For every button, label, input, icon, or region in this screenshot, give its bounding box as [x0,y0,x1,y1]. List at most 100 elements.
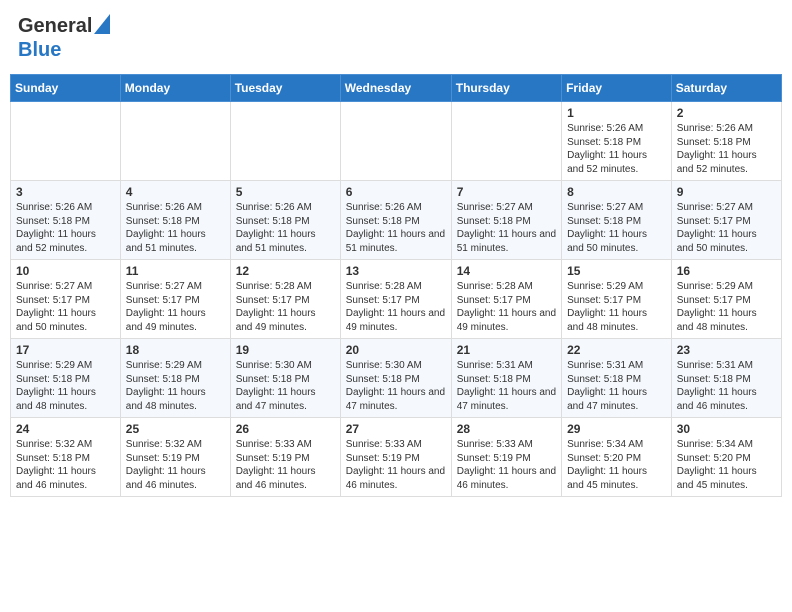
cell-content: Sunrise: 5:33 AMSunset: 5:19 PMDaylight:… [457,438,556,492]
calendar-week-row: 24 Sunrise: 5:32 AMSunset: 5:18 PMDayligh… [11,418,782,497]
calendar-cell [11,102,121,181]
cell-content: Sunrise: 5:28 AMSunset: 5:17 PMDaylight:… [346,280,446,334]
day-number: 8 [567,185,666,199]
calendar-cell: 23Sunrise: 5:31 AMSunset: 5:18 PMDayligh… [671,339,781,418]
calendar-cell: 14 Sunrise: 5:28 AMSunset: 5:17 PMDayligh… [451,260,561,339]
day-number: 11 [126,264,225,278]
cell-content: Sunrise: 5:26 AMSunset: 5:18 PMDaylight:… [126,201,225,255]
day-number: 9 [677,185,776,199]
cell-content: Sunrise: 5:26 AMSunset: 5:18 PMDaylight:… [677,122,776,176]
cell-content: Sunrise: 5:31 AMSunset: 5:18 PMDaylight:… [567,359,666,413]
calendar-cell: 13 Sunrise: 5:28 AMSunset: 5:17 PMDayligh… [340,260,451,339]
cell-content: Sunrise: 5:30 AMSunset: 5:18 PMDaylight:… [236,359,335,413]
calendar-cell: 6 Sunrise: 5:26 AMSunset: 5:18 PMDaylight… [340,181,451,260]
calendar-cell: 1 Sunrise: 5:26 AMSunset: 5:18 PMDaylight… [562,102,672,181]
day-number: 30 [677,422,776,436]
cell-content: Sunrise: 5:30 AMSunset: 5:18 PMDaylight:… [346,359,446,413]
day-number: 19 [236,343,335,357]
logo-triangle-icon [94,14,110,34]
day-number: 4 [126,185,225,199]
cell-content: Sunrise: 5:27 AMSunset: 5:17 PMDaylight:… [16,280,115,334]
calendar-cell: 11 Sunrise: 5:27 AMSunset: 5:17 PMDayligh… [120,260,230,339]
day-number: 7 [457,185,556,199]
calendar-cell: 10 Sunrise: 5:27 AMSunset: 5:17 PMDayligh… [11,260,121,339]
cell-content: Sunrise: 5:27 AMSunset: 5:17 PMDaylight:… [677,201,776,255]
day-number: 25 [126,422,225,436]
cell-content: Sunrise: 5:29 AMSunset: 5:18 PMDaylight:… [16,359,115,413]
day-number: 17 [16,343,115,357]
calendar-cell: 16Sunrise: 5:29 AMSunset: 5:17 PMDayligh… [671,260,781,339]
page-header: General Blue [10,10,782,66]
calendar-cell: 28 Sunrise: 5:33 AMSunset: 5:19 PMDayligh… [451,418,561,497]
day-number: 22 [567,343,666,357]
logo-blue: Blue [18,39,61,61]
cell-content: Sunrise: 5:33 AMSunset: 5:19 PMDaylight:… [236,438,335,492]
calendar-cell [340,102,451,181]
cell-content: Sunrise: 5:26 AMSunset: 5:18 PMDaylight:… [236,201,335,255]
cell-content: Sunrise: 5:27 AMSunset: 5:18 PMDaylight:… [457,201,556,255]
weekday-header-friday: Friday [562,75,672,102]
day-number: 15 [567,264,666,278]
calendar-cell: 17 Sunrise: 5:29 AMSunset: 5:18 PMDayligh… [11,339,121,418]
calendar-cell [451,102,561,181]
calendar-week-row: 3 Sunrise: 5:26 AMSunset: 5:18 PMDaylight… [11,181,782,260]
day-number: 26 [236,422,335,436]
day-number: 27 [346,422,446,436]
cell-content: Sunrise: 5:32 AMSunset: 5:19 PMDaylight:… [126,438,225,492]
day-number: 21 [457,343,556,357]
day-number: 3 [16,185,115,199]
calendar-cell: 8 Sunrise: 5:27 AMSunset: 5:18 PMDaylight… [562,181,672,260]
calendar-cell: 24 Sunrise: 5:32 AMSunset: 5:18 PMDayligh… [11,418,121,497]
day-number: 14 [457,264,556,278]
cell-content: Sunrise: 5:29 AMSunset: 5:17 PMDaylight:… [567,280,666,334]
day-number: 6 [346,185,446,199]
calendar-cell: 27 Sunrise: 5:33 AMSunset: 5:19 PMDayligh… [340,418,451,497]
cell-content: Sunrise: 5:32 AMSunset: 5:18 PMDaylight:… [16,438,115,492]
weekday-header-thursday: Thursday [451,75,561,102]
cell-content: Sunrise: 5:33 AMSunset: 5:19 PMDaylight:… [346,438,446,492]
cell-content: Sunrise: 5:26 AMSunset: 5:18 PMDaylight:… [567,122,666,176]
cell-content: Sunrise: 5:34 AMSunset: 5:20 PMDaylight:… [567,438,666,492]
cell-content: Sunrise: 5:27 AMSunset: 5:18 PMDaylight:… [567,201,666,255]
cell-content: Sunrise: 5:28 AMSunset: 5:17 PMDaylight:… [457,280,556,334]
calendar-cell: 25 Sunrise: 5:32 AMSunset: 5:19 PMDayligh… [120,418,230,497]
cell-content: Sunrise: 5:34 AMSunset: 5:20 PMDaylight:… [677,438,776,492]
calendar-cell: 2Sunrise: 5:26 AMSunset: 5:18 PMDaylight… [671,102,781,181]
weekday-header-tuesday: Tuesday [230,75,340,102]
calendar-cell: 26 Sunrise: 5:33 AMSunset: 5:19 PMDayligh… [230,418,340,497]
calendar-cell: 3 Sunrise: 5:26 AMSunset: 5:18 PMDaylight… [11,181,121,260]
calendar-cell: 5 Sunrise: 5:26 AMSunset: 5:18 PMDaylight… [230,181,340,260]
cell-content: Sunrise: 5:29 AMSunset: 5:17 PMDaylight:… [677,280,776,334]
day-number: 12 [236,264,335,278]
cell-content: Sunrise: 5:28 AMSunset: 5:17 PMDaylight:… [236,280,335,334]
day-number: 23 [677,343,776,357]
day-number: 28 [457,422,556,436]
logo-general: General [18,15,92,38]
calendar-week-row: 1 Sunrise: 5:26 AMSunset: 5:18 PMDaylight… [11,102,782,181]
calendar-cell: 20 Sunrise: 5:30 AMSunset: 5:18 PMDayligh… [340,339,451,418]
calendar-cell [120,102,230,181]
calendar-cell: 9 Sunrise: 5:27 AMSunset: 5:17 PMDaylight… [671,181,781,260]
cell-content: Sunrise: 5:27 AMSunset: 5:17 PMDaylight:… [126,280,225,334]
weekday-header-monday: Monday [120,75,230,102]
day-number: 29 [567,422,666,436]
calendar-week-row: 17 Sunrise: 5:29 AMSunset: 5:18 PMDayligh… [11,339,782,418]
calendar-week-row: 10 Sunrise: 5:27 AMSunset: 5:17 PMDayligh… [11,260,782,339]
cell-content: Sunrise: 5:26 AMSunset: 5:18 PMDaylight:… [346,201,446,255]
calendar-cell: 15 Sunrise: 5:29 AMSunset: 5:17 PMDayligh… [562,260,672,339]
weekday-header-sunday: Sunday [11,75,121,102]
day-number: 5 [236,185,335,199]
day-number: 13 [346,264,446,278]
day-number: 24 [16,422,115,436]
weekday-header-saturday: Saturday [671,75,781,102]
weekday-header-row: SundayMondayTuesdayWednesdayThursdayFrid… [11,75,782,102]
logo: General Blue [18,14,110,62]
calendar-cell: 21 Sunrise: 5:31 AMSunset: 5:18 PMDayligh… [451,339,561,418]
day-number: 10 [16,264,115,278]
calendar-table: SundayMondayTuesdayWednesdayThursdayFrid… [10,74,782,497]
day-number: 20 [346,343,446,357]
day-number: 1 [567,106,666,120]
weekday-header-wednesday: Wednesday [340,75,451,102]
cell-content: Sunrise: 5:26 AMSunset: 5:18 PMDaylight:… [16,201,115,255]
cell-content: Sunrise: 5:31 AMSunset: 5:18 PMDaylight:… [457,359,556,413]
